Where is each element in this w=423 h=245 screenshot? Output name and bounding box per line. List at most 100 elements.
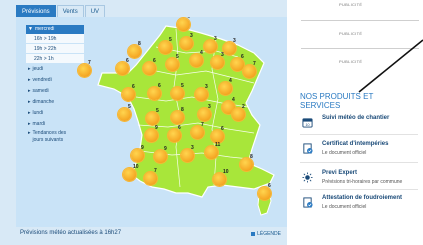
marker-value: 7 <box>201 122 204 128</box>
products-title-line1: NOS PRODUITS ET <box>300 92 374 101</box>
update-time-text: Prévisions météo actualisées à 16h27 <box>20 230 122 236</box>
product-divider <box>300 134 418 135</box>
day-label: jeudi <box>32 66 44 72</box>
trends-label-line2: jours suivants <box>32 137 64 143</box>
forecast-tabs: Prévisions Vents UV <box>16 5 106 17</box>
trends-label-line1: Tendances des <box>32 130 67 136</box>
marker-value: 6 <box>268 183 271 189</box>
marker-value: 3 <box>190 33 193 39</box>
collapsed-arrow-icon: ▸ <box>28 121 31 127</box>
day-item-dimanche[interactable]: ▸ dimanche <box>26 97 84 108</box>
product-description: Le document officiel <box>322 150 367 156</box>
marker-value: 3 <box>214 36 217 42</box>
day-item-mercredi[interactable]: ▼ mercredi <box>26 25 84 34</box>
tab-vents[interactable]: Vents <box>56 5 84 17</box>
marker-value: 4 <box>200 50 203 56</box>
sidebar-panel: PUBLICITÉ PUBLICITÉ PUBLICITÉ NOS PRODUI… <box>287 0 423 245</box>
sun-expert-icon <box>302 172 313 183</box>
marker-value: 4 <box>187 17 190 20</box>
marker-value: 10 <box>133 164 139 170</box>
day-label: samedi <box>32 88 49 94</box>
product-description: Prévisions tri-horaires par commune <box>322 179 403 185</box>
collapsed-arrow-icon: ▸ <box>28 130 31 136</box>
marker-value: 5 <box>181 83 184 89</box>
ad-graphic-line <box>358 39 423 93</box>
product-name: Suivi météo de chantier <box>322 115 390 121</box>
collapsed-arrow-icon: ▸ <box>28 88 31 94</box>
marker-value: 11 <box>215 142 221 148</box>
hour-item[interactable]: 19h > 22h <box>26 44 84 54</box>
lightning-certificate-icon <box>303 197 313 208</box>
marker-value: 6 <box>158 83 161 89</box>
day-item-vendredi[interactable]: ▸ vendredi <box>26 75 84 86</box>
marker-value: 6 <box>241 54 244 60</box>
marker-value: 5 <box>169 37 172 43</box>
collapsed-arrow-icon: ▸ <box>28 110 31 116</box>
marker-value: 3 <box>191 145 194 151</box>
day-item-samedi[interactable]: ▸ samedi <box>26 86 84 97</box>
marker-value: 8 <box>138 41 141 47</box>
collapsed-arrow-icon: ▸ <box>28 77 31 83</box>
product-name: Previ Expert <box>322 170 358 176</box>
france-weather-map[interactable]: ▼ mercredi 16h > 19h 19h > 22h 22h > 1h … <box>16 17 287 227</box>
marker-value: 3 <box>221 52 224 58</box>
marker-value: 9 <box>155 125 158 131</box>
marker-value: 6 <box>178 125 181 131</box>
marker-value: 3 <box>205 84 208 90</box>
expand-arrow-icon: ▼ <box>28 26 33 32</box>
product-suivi-chantier[interactable]: 10 Suivi météo de chantier <box>300 115 420 139</box>
day-label: vendredi <box>32 77 52 83</box>
day-label: lundi <box>32 110 44 116</box>
day-selector: ▼ mercredi 16h > 19h 19h > 22h 22h > 1h … <box>26 25 84 146</box>
marker-value: 5 <box>176 54 179 60</box>
marker-value: 3 <box>233 38 236 44</box>
collapsed-arrow-icon: ▸ <box>28 66 31 72</box>
tab-previsions[interactable]: Prévisions <box>16 5 56 17</box>
marker-value: 9 <box>164 146 167 152</box>
weather-map-panel: Prévisions Vents UV ▼ mercredi 16h > 19h <box>0 0 287 245</box>
day-item-tendances[interactable]: ▸ Tendances des jours suivants <box>26 130 84 146</box>
product-name: Attestation de foudroiement <box>322 195 403 201</box>
hour-item[interactable]: 16h > 19h <box>26 34 84 44</box>
svg-text:10: 10 <box>305 123 309 127</box>
calendar-icon: 10 <box>302 118 313 128</box>
legend-link[interactable]: LÉGENDE <box>251 231 281 237</box>
marker-value: 6 <box>132 84 135 90</box>
map-footer: Prévisions météo actualisées à 16h27 LÉG… <box>16 227 287 241</box>
marker-value: 9 <box>141 145 144 151</box>
marker-value: 5 <box>156 108 159 114</box>
day-label: mardi <box>32 121 46 127</box>
products-title: NOS PRODUITS ET SERVICES <box>300 92 410 110</box>
product-description: Le document officiel <box>322 204 367 210</box>
marker-value: 8 <box>181 107 184 113</box>
tab-uv[interactable]: UV <box>84 5 106 17</box>
marker-value: 8 <box>250 154 253 160</box>
marker-value: 4 <box>229 78 232 84</box>
marker-value: 7 <box>154 168 157 174</box>
marker-value: 10 <box>223 169 229 175</box>
product-divider <box>300 162 418 163</box>
marker-value: 4 <box>232 97 235 103</box>
legend-label: LÉGENDE <box>257 231 281 237</box>
day-item-mardi[interactable]: ▸ mardi <box>26 119 84 130</box>
legend-arrow-icon <box>251 231 256 236</box>
marker-value: 7 <box>253 61 256 67</box>
day-item-lundi[interactable]: ▸ lundi <box>26 108 84 119</box>
marker-value: 6 <box>221 126 224 132</box>
collapsed-arrow-icon: ▸ <box>28 99 31 105</box>
day-label: mercredi <box>34 26 55 32</box>
product-previ-expert[interactable]: Previ Expert Prévisions tri-horaires par… <box>300 170 420 194</box>
product-attestation-foudroiement[interactable]: Attestation de foudroiement Le document … <box>300 195 420 219</box>
products-title-line2: SERVICES <box>300 101 341 110</box>
day-item-jeudi[interactable]: ▸ jeudi <box>26 64 84 75</box>
marker-value: 3 <box>208 104 211 110</box>
hour-item[interactable]: 22h > 1h <box>26 54 84 64</box>
certificate-check-icon <box>303 143 313 154</box>
product-name: Certificat d'intempéries <box>322 141 389 147</box>
marker-value: 6 <box>126 58 129 64</box>
product-divider <box>300 189 418 190</box>
marker-value: 6 <box>153 58 156 64</box>
marker-value: 2 <box>242 104 245 110</box>
marker-value: 5 <box>128 104 131 110</box>
marker-value: 7 <box>88 60 91 66</box>
